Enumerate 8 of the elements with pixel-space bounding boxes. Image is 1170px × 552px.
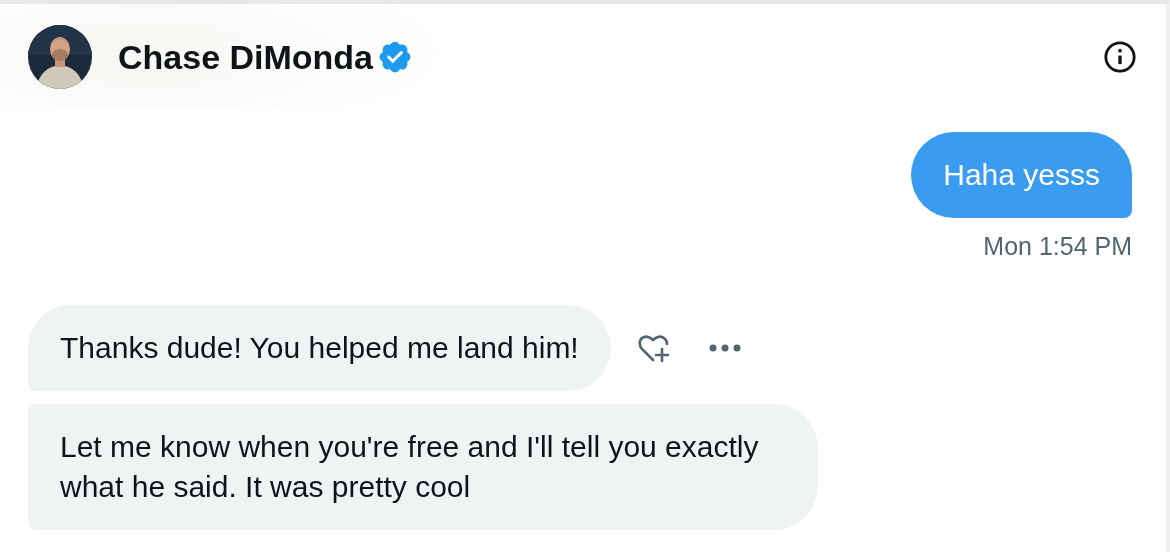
info-button[interactable] — [1102, 39, 1138, 75]
sent-message: Haha yesss — [911, 132, 1132, 218]
received-message: Let me know when you're free and I'll tell you exactly what he said. It was pretty cool — [28, 404, 818, 530]
message-time: Mon 1:54 PM — [983, 232, 1132, 261]
more-icon[interactable] — [708, 344, 741, 352]
contact-name: Chase DiMonda — [118, 37, 374, 77]
add-reaction-icon[interactable] — [636, 333, 671, 363]
received-message: Thanks dude! You helped me land him! — [28, 305, 611, 391]
